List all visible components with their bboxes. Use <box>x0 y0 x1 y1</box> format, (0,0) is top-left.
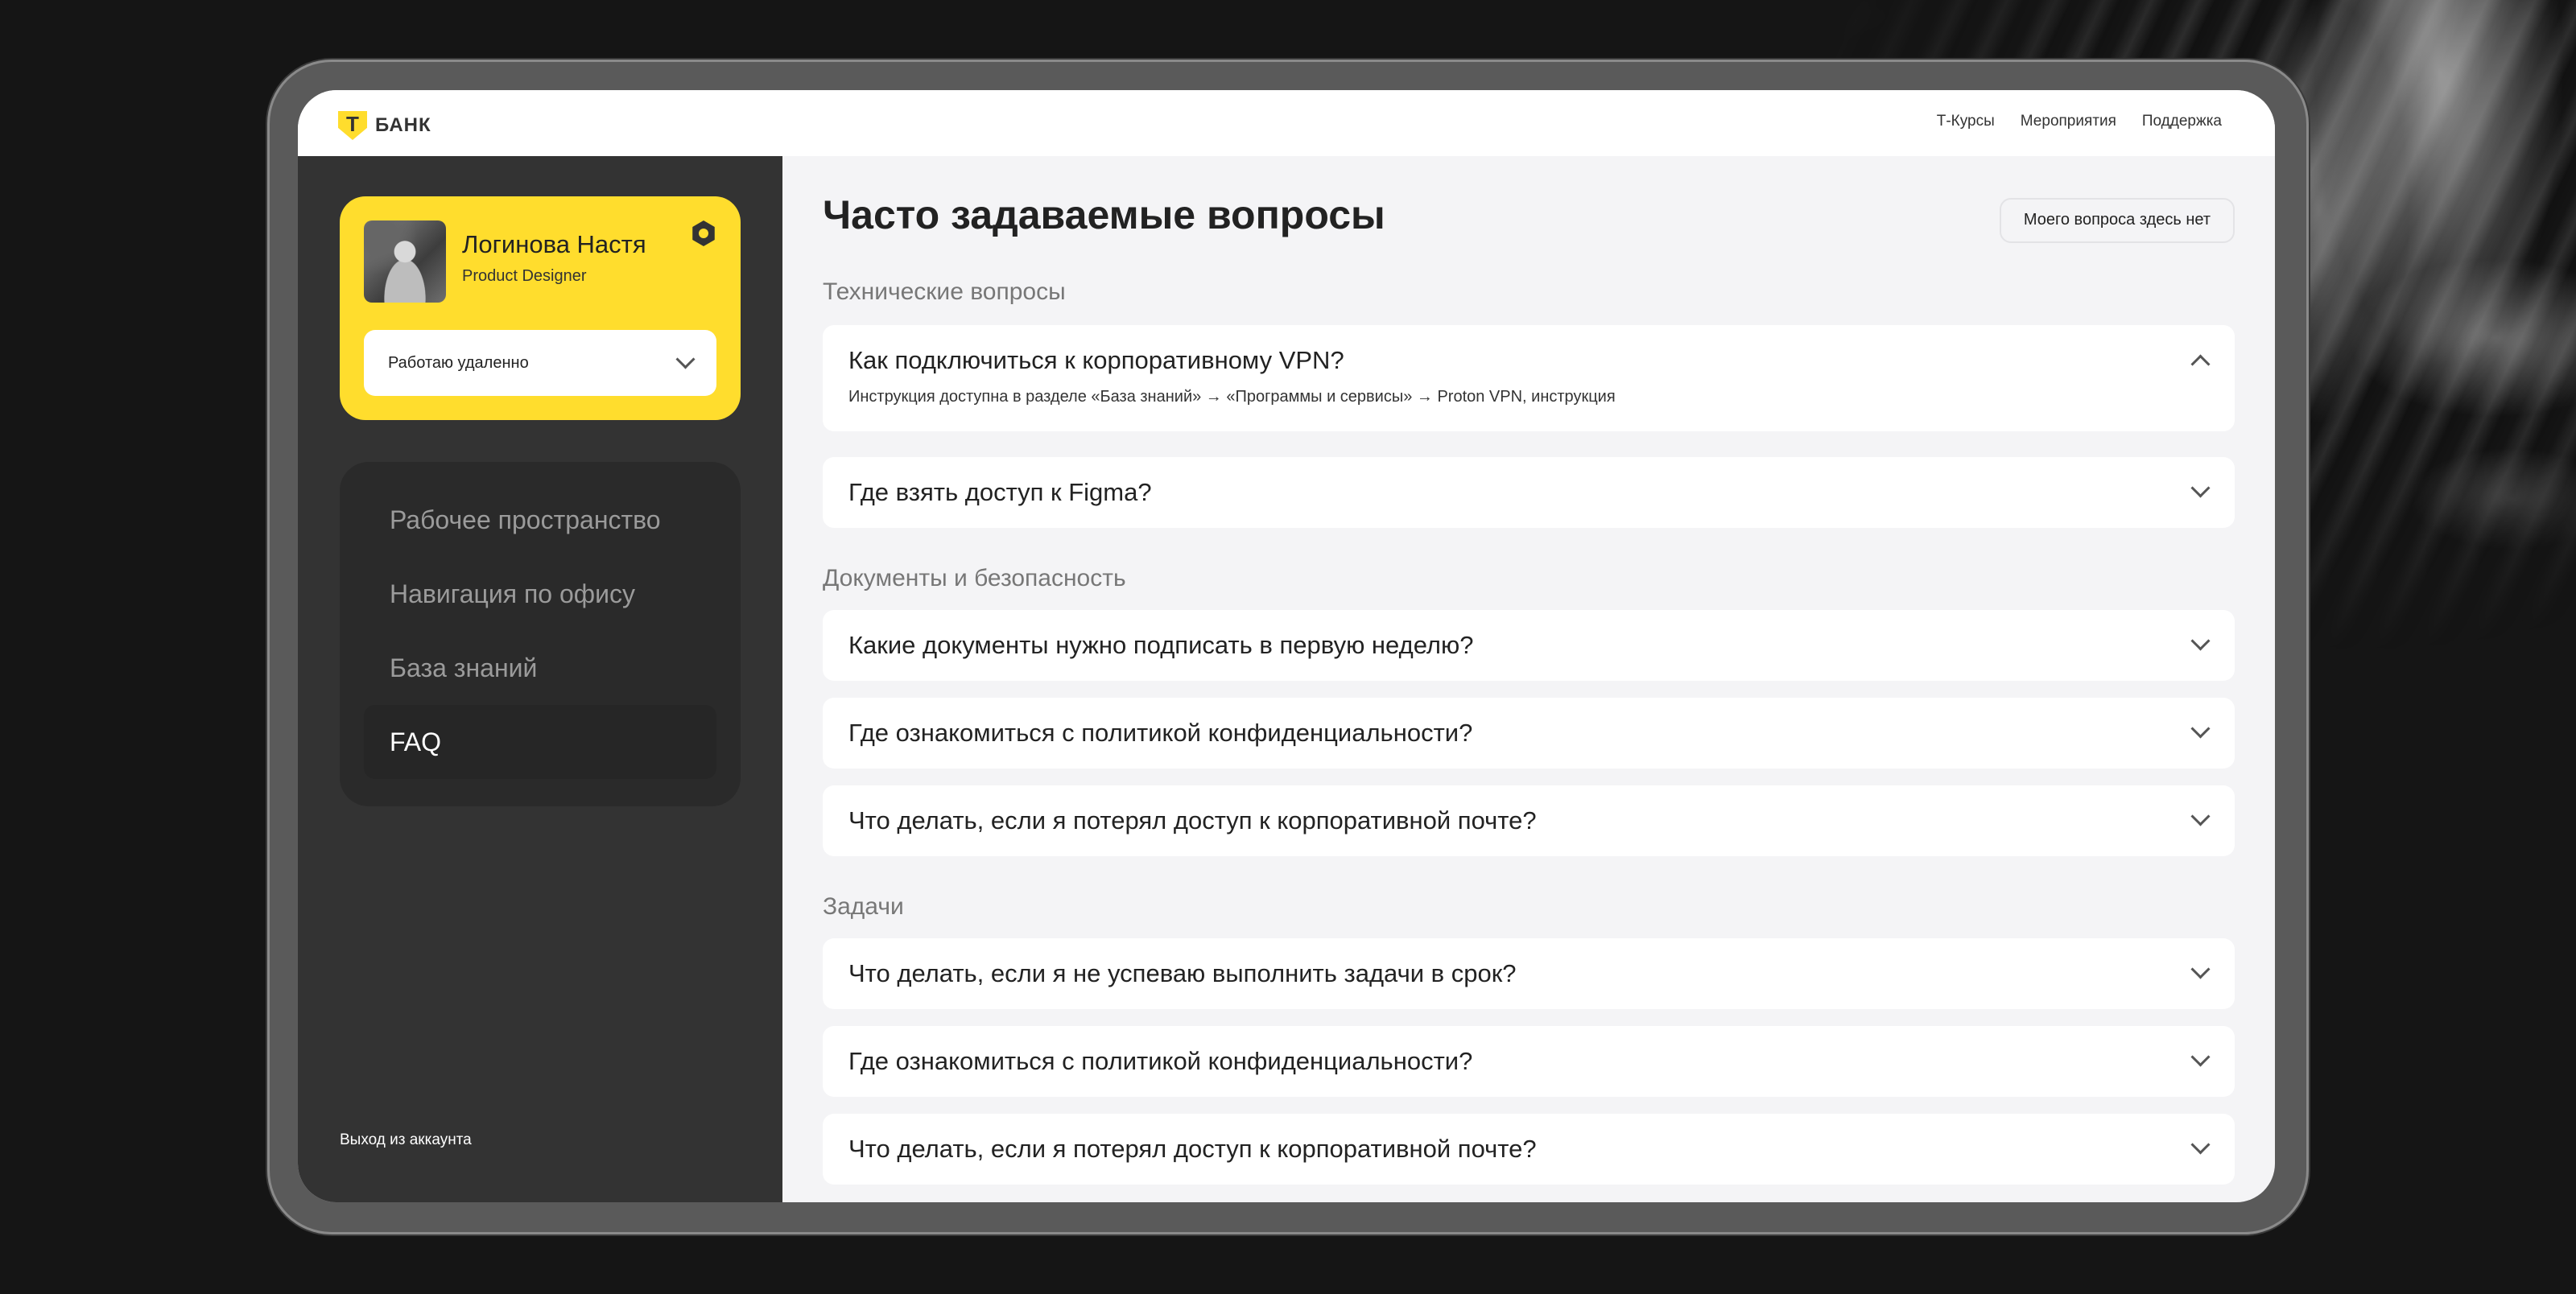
section-title-technical: Технические вопросы <box>823 278 1066 305</box>
no-question-button[interactable]: Моего вопроса здесь нет <box>1999 198 2235 243</box>
section-title-tasks: Задачи <box>823 893 904 920</box>
faq-question: Какие документы нужно подписать в первую… <box>848 631 1474 659</box>
profile-name: Логинова Настя <box>462 230 646 258</box>
faq-item[interactable]: Что делать, если я потерял доступ к корп… <box>823 1114 2235 1185</box>
nav-link-courses[interactable]: Т-Курсы <box>1937 113 1995 130</box>
faq-answer: Инструкция доступна в разделе «База знан… <box>848 388 1616 406</box>
chevron-down-icon <box>2190 959 2211 979</box>
profile-role: Product Designer <box>462 267 587 285</box>
chevron-down-icon <box>2190 631 2211 651</box>
faq-item[interactable]: Что делать, если я не успеваю выполнить … <box>823 938 2235 1009</box>
main-content: Часто задаваемые вопросы Моего вопроса з… <box>782 156 2275 1202</box>
sidebar-item-workspace[interactable]: Рабочее пространство <box>364 483 716 557</box>
top-nav: Т-Курсы Мероприятия Поддержка <box>1937 113 2222 130</box>
work-status-value: Работаю удаленно <box>388 354 529 372</box>
faq-item[interactable]: Где ознакомиться с политикой конфиденциа… <box>823 1026 2235 1097</box>
nav-link-support[interactable]: Поддержка <box>2142 113 2222 130</box>
logo-text: БАНК <box>375 114 431 136</box>
faq-question: Где ознакомиться с политикой конфиденциа… <box>848 1047 1473 1075</box>
top-bar: Т БАНК Т-Курсы Мероприятия Поддержка <box>298 90 2275 156</box>
profile-card: Логинова Настя Product Designer Работаю … <box>340 196 741 420</box>
page-title: Часто задаваемые вопросы <box>823 192 1385 237</box>
chevron-down-icon <box>2190 806 2211 826</box>
faq-item[interactable]: Что делать, если я потерял доступ к корп… <box>823 785 2235 856</box>
sidebar: Логинова Настя Product Designer Работаю … <box>298 156 782 1202</box>
faq-question: Как подключиться к корпоративному VPN? <box>848 346 1344 374</box>
avatar[interactable] <box>364 220 446 303</box>
sidebar-item-office-navigation[interactable]: Навигация по офису <box>364 557 716 631</box>
chevron-up-icon <box>2190 354 2211 374</box>
faq-item[interactable]: Где ознакомиться с политикой конфиденциа… <box>823 698 2235 769</box>
logo-shield-icon: Т <box>338 111 367 140</box>
sidebar-item-faq[interactable]: FAQ <box>364 705 716 779</box>
work-status-select[interactable]: Работаю удаленно <box>364 330 716 396</box>
logo[interactable]: Т БАНК <box>338 111 431 140</box>
faq-question: Что делать, если я не успеваю выполнить … <box>848 959 1517 987</box>
chevron-down-icon <box>2190 719 2211 739</box>
chevron-down-icon <box>675 349 696 369</box>
faq-item[interactable]: Какие документы нужно подписать в первую… <box>823 610 2235 681</box>
nav-link-events[interactable]: Мероприятия <box>2021 113 2116 130</box>
chevron-down-icon <box>2190 1135 2211 1155</box>
faq-item[interactable]: Где взять доступ к Figma? <box>823 457 2235 528</box>
chevron-down-icon <box>2190 1047 2211 1067</box>
app-screen: Т БАНК Т-Курсы Мероприятия Поддержка Лог… <box>298 90 2275 1202</box>
sidebar-nav: Рабочее пространство Навигация по офису … <box>340 462 741 806</box>
faq-question: Где взять доступ к Figma? <box>848 478 1152 506</box>
faq-question: Что делать, если я потерял доступ к корп… <box>848 1135 1537 1163</box>
faq-question: Что делать, если я потерял доступ к корп… <box>848 806 1537 835</box>
settings-gear-icon[interactable] <box>692 220 715 246</box>
chevron-down-icon <box>2190 478 2211 498</box>
logout-link[interactable]: Выход из аккаунта <box>340 1131 472 1149</box>
faq-question: Где ознакомиться с политикой конфиденциа… <box>848 719 1473 747</box>
sidebar-item-knowledge-base[interactable]: База знаний <box>364 631 716 705</box>
faq-item[interactable]: Как подключиться к корпоративному VPN? И… <box>823 325 2235 431</box>
section-title-documents: Документы и безопасность <box>823 565 1126 591</box>
